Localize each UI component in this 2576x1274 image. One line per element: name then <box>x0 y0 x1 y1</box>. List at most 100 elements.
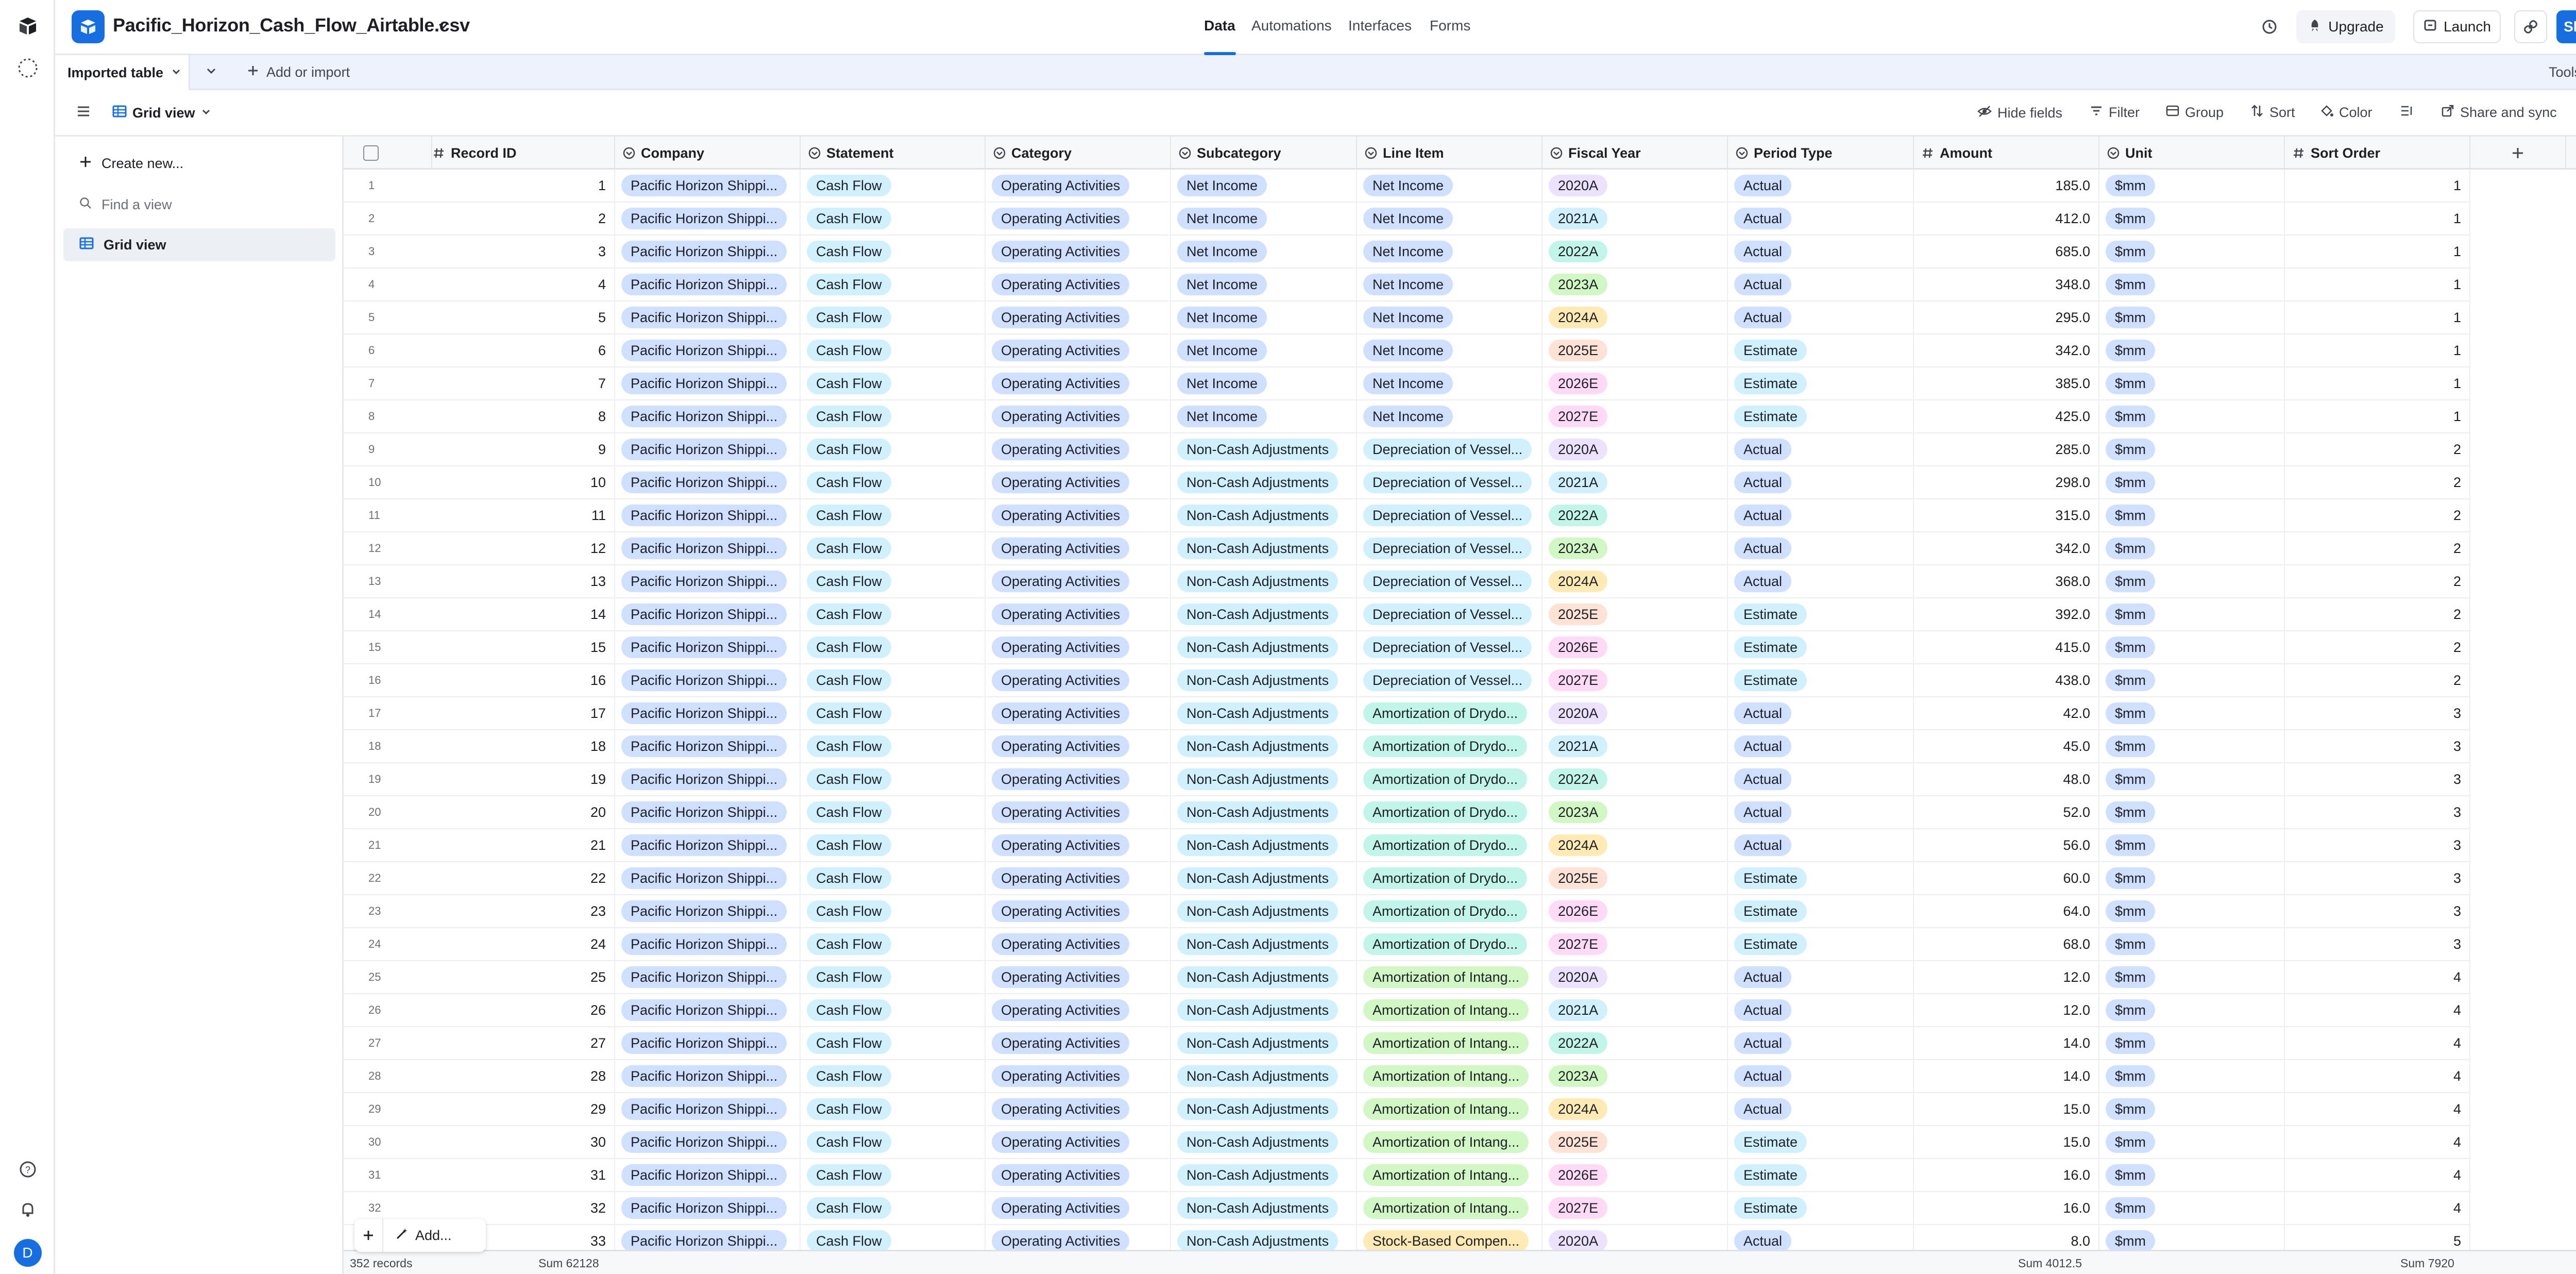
cell-category[interactable]: Operating Activities <box>986 796 1171 829</box>
help-icon[interactable]: ? <box>0 1161 55 1178</box>
cell-statement[interactable]: Cash Flow <box>801 400 986 433</box>
tab-automations[interactable]: Automations <box>1251 18 1332 34</box>
cell-fiscal-year[interactable]: 2020A <box>1543 697 1728 730</box>
color-button[interactable]: Color <box>2319 104 2372 122</box>
cell-unit[interactable]: $mm <box>2099 598 2285 631</box>
cell-unit[interactable]: $mm <box>2099 499 2285 532</box>
cell-fiscal-year[interactable]: 2021A <box>1543 203 1728 236</box>
cell-subcategory[interactable]: Non-Cash Adjustments <box>1171 466 1357 499</box>
cell-subcategory[interactable]: Non-Cash Adjustments <box>1171 928 1357 961</box>
cell-amount[interactable]: 68.0 <box>1914 928 2099 961</box>
avatar[interactable]: D <box>0 1239 55 1267</box>
table-row[interactable]: 25 25 Pacific Horizon Shippi... Cash Flow Op… <box>344 961 2576 994</box>
cell-company[interactable]: Pacific Horizon Shippi... <box>615 301 801 334</box>
cell-fiscal-year[interactable]: 2023A <box>1543 1060 1728 1093</box>
table-row[interactable]: 20 20 Pacific Horizon Shippi... Cash Flow Op… <box>344 796 2576 829</box>
cell-line-item[interactable]: Net Income <box>1357 367 1543 400</box>
cell-statement[interactable]: Cash Flow <box>801 961 986 994</box>
cell-fiscal-year[interactable]: 2021A <box>1543 994 1728 1027</box>
create-new-view-button[interactable]: Create new... <box>63 147 335 180</box>
table-row[interactable]: 2 2 Pacific Horizon Shippi... Cash Flow Oper… <box>344 203 2576 236</box>
cell-subcategory[interactable]: Net Income <box>1171 334 1357 367</box>
cell-line-item[interactable]: Amortization of Intang... <box>1357 1060 1543 1093</box>
cell-unit[interactable]: $mm <box>2099 1027 2285 1060</box>
cell-period-type[interactable]: Actual <box>1728 763 1914 796</box>
cell-period-type[interactable]: Estimate <box>1728 631 1914 664</box>
cell-subcategory[interactable]: Non-Cash Adjustments <box>1171 598 1357 631</box>
cell-period-type[interactable]: Actual <box>1728 433 1914 466</box>
cell-unit[interactable]: $mm <box>2099 269 2285 301</box>
cell-id[interactable]: 16 <box>432 664 615 697</box>
cell-sort-order[interactable]: 2 <box>2285 565 2470 598</box>
cell-period-type[interactable]: Actual <box>1728 466 1914 499</box>
cell-period-type[interactable]: Actual <box>1728 994 1914 1027</box>
cell-line-item[interactable]: Amortization of Drydo... <box>1357 928 1543 961</box>
cell-amount[interactable]: 15.0 <box>1914 1093 2099 1126</box>
cell-sort-order[interactable]: 3 <box>2285 796 2470 829</box>
cell-sort-order[interactable]: 1 <box>2285 367 2470 400</box>
cell-sort-order[interactable]: 3 <box>2285 895 2470 928</box>
cell-sort-order[interactable]: 2 <box>2285 532 2470 565</box>
cell-subcategory[interactable]: Net Income <box>1171 236 1357 269</box>
cell-sort-order[interactable]: 4 <box>2285 1027 2470 1060</box>
cell-line-item[interactable]: Amortization of Drydo... <box>1357 697 1543 730</box>
table-row[interactable]: 7 7 Pacific Horizon Shippi... Cash Flow Oper… <box>344 367 2576 400</box>
cell-category[interactable]: Operating Activities <box>986 367 1171 400</box>
cell-line-item[interactable]: Depreciation of Vessel... <box>1357 466 1543 499</box>
cell-fiscal-year[interactable]: 2027E <box>1543 928 1728 961</box>
cell-unit[interactable]: $mm <box>2099 631 2285 664</box>
plus-icon[interactable] <box>354 1219 383 1252</box>
cell-id[interactable]: 15 <box>432 631 615 664</box>
cell-amount[interactable]: 14.0 <box>1914 1060 2099 1093</box>
table-row[interactable]: 18 18 Pacific Horizon Shippi... Cash Flow Op… <box>344 730 2576 763</box>
tools-menu[interactable]: Tools <box>2549 64 2576 80</box>
cell-line-item[interactable]: Depreciation of Vessel... <box>1357 532 1543 565</box>
cell-period-type[interactable]: Actual <box>1728 829 1914 862</box>
cell-unit[interactable]: $mm <box>2099 334 2285 367</box>
cell-amount[interactable]: 16.0 <box>1914 1159 2099 1192</box>
cell-line-item[interactable]: Amortization of Drydo... <box>1357 862 1543 895</box>
cell-category[interactable]: Operating Activities <box>986 1159 1171 1192</box>
cell-line-item[interactable]: Amortization of Intang... <box>1357 1192 1543 1225</box>
table-row[interactable]: 11 11 Pacific Horizon Shippi... Cash Flow Op… <box>344 499 2576 532</box>
cell-category[interactable]: Operating Activities <box>986 170 1171 203</box>
cell-period-type[interactable]: Actual <box>1728 170 1914 203</box>
cell-sort-order[interactable]: 4 <box>2285 961 2470 994</box>
cell-id[interactable]: 20 <box>432 796 615 829</box>
cell-category[interactable]: Operating Activities <box>986 928 1171 961</box>
cell-line-item[interactable]: Amortization of Intang... <box>1357 1093 1543 1126</box>
cell-sort-order[interactable]: 1 <box>2285 203 2470 236</box>
cell-company[interactable]: Pacific Horizon Shippi... <box>615 664 801 697</box>
cell-fiscal-year[interactable]: 2024A <box>1543 565 1728 598</box>
cell-company[interactable]: Pacific Horizon Shippi... <box>615 697 801 730</box>
cell-unit[interactable]: $mm <box>2099 565 2285 598</box>
cell-category[interactable]: Operating Activities <box>986 664 1171 697</box>
cell-statement[interactable]: Cash Flow <box>801 697 986 730</box>
cell-amount[interactable]: 315.0 <box>1914 499 2099 532</box>
cell-sort-order[interactable]: 3 <box>2285 862 2470 895</box>
cell-period-type[interactable]: Actual <box>1728 301 1914 334</box>
cell-unit[interactable]: $mm <box>2099 433 2285 466</box>
cell-id[interactable]: 6 <box>432 334 615 367</box>
cell-company[interactable]: Pacific Horizon Shippi... <box>615 895 801 928</box>
cell-subcategory[interactable]: Non-Cash Adjustments <box>1171 895 1357 928</box>
cell-sort-order[interactable]: 4 <box>2285 1060 2470 1093</box>
launch-button[interactable]: Launch <box>2413 10 2501 43</box>
table-row[interactable]: 9 9 Pacific Horizon Shippi... Cash Flow Oper… <box>344 433 2576 466</box>
cell-id[interactable]: 27 <box>432 1027 615 1060</box>
table-row[interactable]: 17 17 Pacific Horizon Shippi... Cash Flow Op… <box>344 697 2576 730</box>
cell-fiscal-year[interactable]: 2024A <box>1543 301 1728 334</box>
cell-period-type[interactable]: Actual <box>1728 796 1914 829</box>
cell-id[interactable]: 7 <box>432 367 615 400</box>
cell-statement[interactable]: Cash Flow <box>801 236 986 269</box>
cell-line-item[interactable]: Net Income <box>1357 170 1543 203</box>
add-field-button[interactable] <box>2470 137 2566 170</box>
cell-period-type[interactable]: Actual <box>1728 1060 1914 1093</box>
cell-line-item[interactable]: Depreciation of Vessel... <box>1357 499 1543 532</box>
sidebar-item-grid-view[interactable]: Grid view <box>63 228 335 261</box>
cell-id[interactable]: 29 <box>432 1093 615 1126</box>
cell-statement[interactable]: Cash Flow <box>801 532 986 565</box>
cell-amount[interactable]: 342.0 <box>1914 532 2099 565</box>
cell-subcategory[interactable]: Non-Cash Adjustments <box>1171 532 1357 565</box>
upgrade-button[interactable]: Upgrade <box>2296 10 2395 43</box>
